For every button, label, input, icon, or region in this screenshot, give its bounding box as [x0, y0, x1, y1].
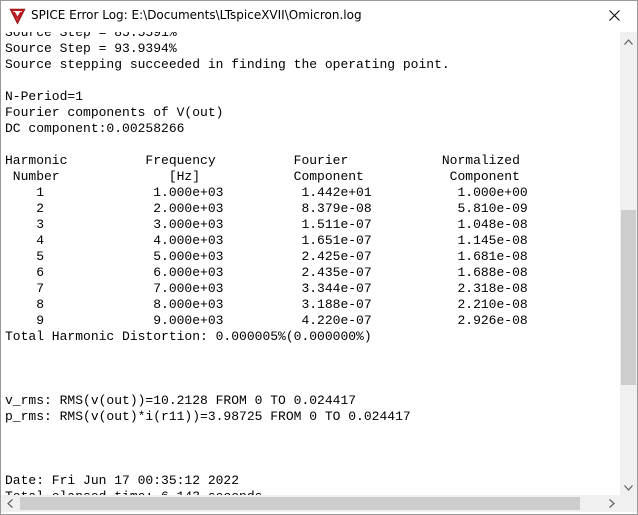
log-lines: Source Step = 85.5591% Source Step = 93.9…	[5, 32, 528, 495]
log-line: N-Period=1	[5, 89, 84, 104]
spice-error-log-window: SPICE Error Log: E:\Documents\LTspiceXVI…	[0, 0, 638, 515]
log-line: Source Step = 93.9394%	[5, 41, 177, 56]
close-icon	[608, 8, 620, 26]
ltspice-icon	[9, 8, 26, 25]
close-button[interactable]	[591, 1, 637, 32]
horizontal-scrollbar[interactable]	[1, 495, 620, 512]
log-line: Source stepping succeeded in finding the…	[5, 57, 450, 72]
scroll-up-button[interactable]	[620, 32, 637, 49]
window-title: SPICE Error Log: E:\Documents\LTspiceXVI…	[31, 8, 362, 22]
log-line: Date: Fri Jun 17 00:35:12 2022	[5, 473, 240, 488]
vertical-scroll-thumb[interactable]	[621, 210, 636, 385]
horizontal-scroll-thumb[interactable]	[20, 497, 580, 510]
scroll-right-arrow-icon	[608, 495, 615, 513]
scroll-right-button[interactable]	[603, 495, 620, 512]
log-line: DC component:0.00258266	[5, 121, 185, 136]
log-line: 4 4.000e+03 1.651e-07 1.145e-08	[5, 233, 528, 248]
log-line: 1 1.000e+03 1.442e+01 1.000e+00	[5, 185, 528, 200]
scroll-left-button[interactable]	[1, 495, 18, 512]
scroll-down-button[interactable]	[620, 478, 637, 495]
scroll-up-arrow-icon	[624, 32, 633, 50]
log-line: Fourier components of V(out)	[5, 105, 224, 120]
log-line: 8 8.000e+03 3.188e-07 2.210e-08	[5, 297, 528, 312]
scroll-left-arrow-icon	[6, 495, 13, 513]
log-line: Harmonic Frequency Fourier Normalized	[5, 153, 520, 168]
scrollbar-corner	[620, 495, 637, 512]
log-line: Number [Hz] Component Component	[5, 169, 520, 184]
log-line: 9 9.000e+03 4.220e-07 2.926e-08	[5, 313, 528, 328]
log-line: 2 2.000e+03 8.379e-08 5.810e-09	[5, 201, 528, 216]
log-text-area[interactable]: Source Step = 85.5591% Source Step = 93.9…	[1, 32, 620, 495]
log-line: p_rms: RMS(v(out)*i(r11))=3.98725 FROM 0…	[5, 409, 411, 424]
vertical-scrollbar[interactable]	[620, 32, 637, 495]
log-line: v_rms: RMS(v(out))=10.2128 FROM 0 TO 0.0…	[5, 393, 357, 408]
log-line: Total Harmonic Distortion: 0.000005%(0.0…	[5, 329, 372, 344]
log-line: 7 7.000e+03 3.344e-07 2.318e-08	[5, 281, 528, 296]
log-line: 6 6.000e+03 2.435e-07 1.688e-08	[5, 265, 528, 280]
log-line: Source Step = 85.5591%	[5, 32, 177, 40]
title-bar[interactable]: SPICE Error Log: E:\Documents\LTspiceXVI…	[1, 1, 637, 32]
log-line: 3 3.000e+03 1.511e-07 1.048e-08	[5, 217, 528, 232]
log-line: 5 5.000e+03 2.425e-07 1.681e-08	[5, 249, 528, 264]
scroll-down-arrow-icon	[624, 478, 633, 496]
